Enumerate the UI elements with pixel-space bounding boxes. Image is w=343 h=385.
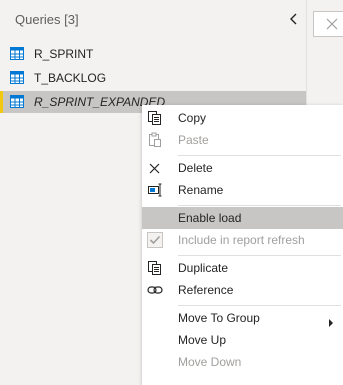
chevron-right-icon xyxy=(328,314,334,327)
menu-item-label: Include in report refresh xyxy=(178,233,305,247)
power-query-editor: Queries [3] R_SPRINT T_BACKLOG R_SPRINT_… xyxy=(0,0,343,385)
menu-item-reference[interactable]: Reference xyxy=(142,279,343,301)
menu-item-duplicate[interactable]: Duplicate xyxy=(142,257,343,279)
menu-item-label: Move To Group xyxy=(178,311,260,325)
table-icon xyxy=(10,47,24,60)
duplicate-icon xyxy=(147,260,163,276)
menu-item-delete[interactable]: Delete xyxy=(142,157,343,179)
menu-item-label: Copy xyxy=(178,111,207,125)
menu-item-move-down[interactable]: Move Down xyxy=(142,351,343,373)
context-menu: Copy Paste Delete Rename Enable load Inc… xyxy=(142,105,343,385)
formula-cancel-button[interactable] xyxy=(313,11,343,37)
query-item-t-backlog[interactable]: T_BACKLOG xyxy=(0,67,306,89)
menu-item-label: Enable load xyxy=(178,211,242,225)
table-icon xyxy=(10,95,24,108)
menu-item-label: Delete xyxy=(178,161,213,175)
menu-item-move-to-group[interactable]: Move To Group xyxy=(142,307,343,329)
checkbox-checked-icon xyxy=(147,232,163,248)
rename-icon xyxy=(147,182,163,198)
menu-separator xyxy=(178,155,341,156)
menu-item-copy[interactable]: Copy xyxy=(142,107,343,129)
menu-item-move-up[interactable]: Move Up xyxy=(142,329,343,351)
menu-item-include-in-report-refresh[interactable]: Include in report refresh xyxy=(142,229,343,251)
menu-item-label: Move Up xyxy=(178,333,227,347)
menu-item-label: Move Down xyxy=(178,355,242,369)
menu-item-enable-load[interactable]: Enable load xyxy=(142,207,343,229)
query-item-label: R_SPRINT xyxy=(34,47,94,61)
menu-separator xyxy=(178,205,341,206)
paste-icon xyxy=(147,132,163,148)
collapse-pane-icon[interactable] xyxy=(287,11,301,27)
menu-item-label: Reference xyxy=(178,283,234,297)
delete-icon xyxy=(147,160,163,176)
menu-separator xyxy=(178,255,341,256)
queries-pane-header: Queries [3] xyxy=(0,0,306,38)
menu-item-label: Duplicate xyxy=(178,261,229,275)
table-icon xyxy=(10,71,24,84)
menu-item-rename[interactable]: Rename xyxy=(142,179,343,201)
reference-icon xyxy=(147,282,163,298)
queries-pane-title: Queries [3] xyxy=(15,12,79,27)
menu-separator xyxy=(178,305,341,306)
query-item-label: T_BACKLOG xyxy=(34,71,107,85)
menu-item-label: Rename xyxy=(178,183,224,197)
copy-icon xyxy=(147,110,163,126)
menu-item-paste[interactable]: Paste xyxy=(142,129,343,151)
query-item-r-sprint[interactable]: R_SPRINT xyxy=(0,43,306,65)
menu-item-label: Paste xyxy=(178,133,209,147)
